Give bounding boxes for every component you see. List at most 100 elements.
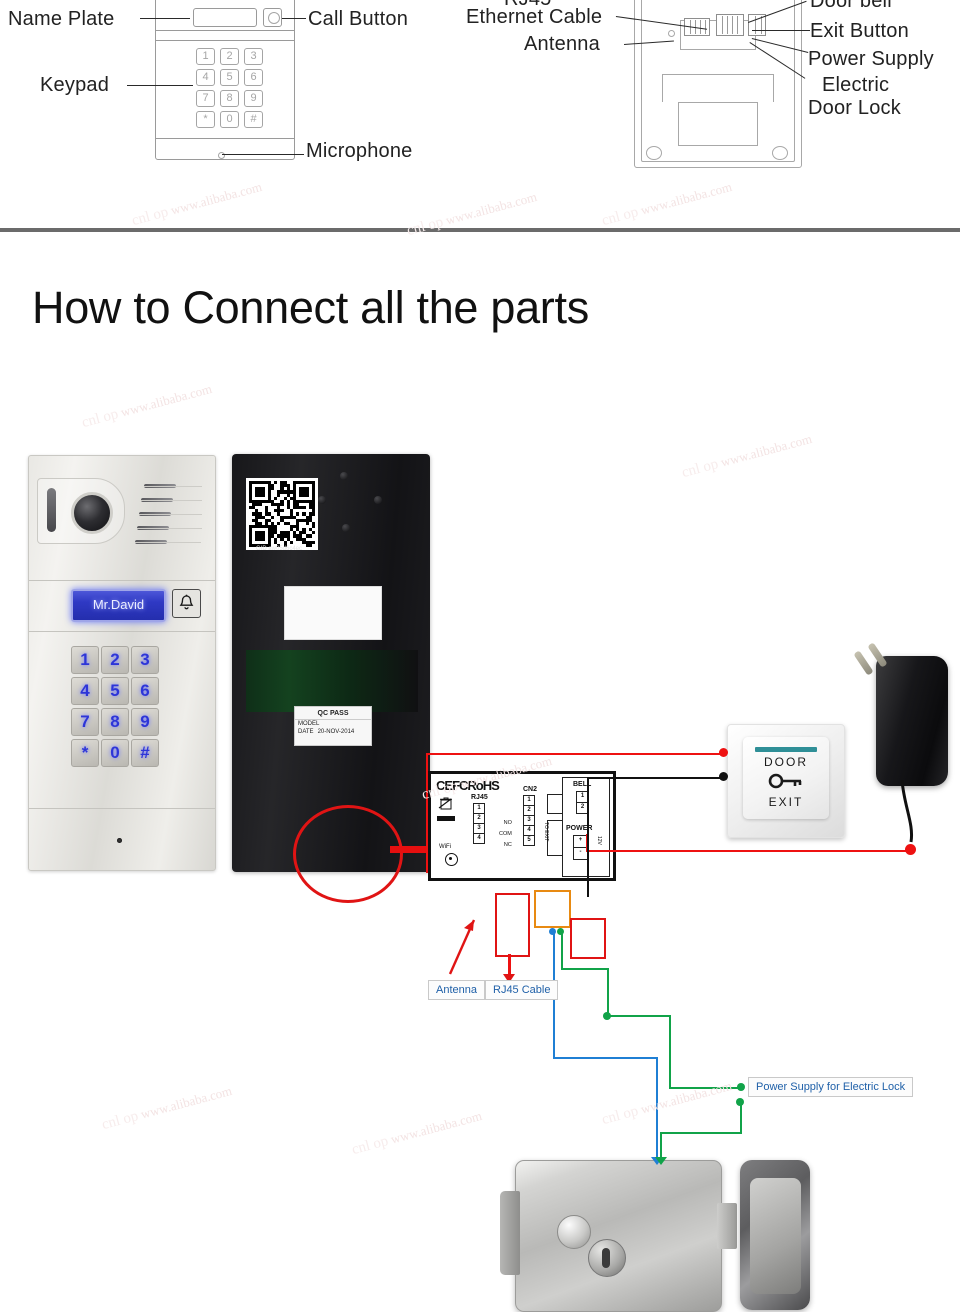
wire-node-adapter [905,844,916,855]
certification-marks: CEFCRoHS [436,778,500,793]
rj45-callout-shaft [508,954,511,976]
leader-exit-button [752,30,810,31]
cn2-label-no: NO [503,820,512,826]
wiring-diagram-panel: How to Connect all the parts Mr.David 1 … [0,232,960,1312]
wire-node-exit-black [719,772,728,781]
leader-keypad [127,85,193,86]
wifi-led [445,853,458,866]
back-box-foot-right [772,146,788,160]
wire-lock-blue-h [553,1057,658,1059]
label-keypad: Keypad [40,74,110,96]
wire-bell-black [587,777,725,779]
rj45-title: RJ45 [471,794,488,801]
callout-power-supply-lock: Power Supply for Electric Lock [748,1077,914,1097]
keypad-outline-key-9: 9 [244,90,263,107]
keypad-key-3[interactable]: 3 [131,646,159,674]
wire-lock-green-v1 [561,932,563,969]
keypad-key-9[interactable]: 9 [131,708,159,736]
wire-lock-green-h4 [660,1132,742,1134]
label-door-bell: Door bell [810,0,892,12]
keypad-outline-key-5: 5 [220,69,239,86]
keypad-key-4[interactable]: 4 [71,677,99,705]
wee-bar [437,816,455,821]
power-adapter [853,642,948,786]
wire-bell-black-riser [587,777,589,897]
lock-key-cylinder [588,1239,626,1277]
cn2-label-nc: NC [503,842,512,848]
rj45-pin-4: 4 [473,833,485,844]
wire-lock-green-v2 [607,968,609,1016]
wire-node-green-corner [603,1012,611,1020]
keypad-key-1[interactable]: 1 [71,646,99,674]
qc-date-value: 20-NOV-2014 [317,729,355,735]
wire-lock-green-h2 [607,1015,671,1017]
keypad-key-6[interactable]: 6 [131,677,159,705]
qc-pass-sticker: QC PASS MODEL DATE 20-NOV-2014 [294,706,372,746]
front-plate-divider-top [155,30,295,31]
qr-caption: GID aw05d6c4ec [255,546,303,552]
cn2-pin-column: 12345 [523,795,535,846]
cn2-title: CN2 [523,786,538,793]
panel-seam [29,808,215,809]
wire-lock-green-v5 [660,1132,662,1160]
callout-rj45-cable: RJ45 Cable [485,980,559,1000]
power-voltage-label: 12V [596,836,602,845]
wire-node-blue [549,928,556,935]
wire-lock-green-h1 [561,968,609,970]
leader-call-button [282,18,306,19]
label-microphone: Microphone [306,140,413,162]
keypad-key-5[interactable]: 5 [101,677,129,705]
cn2-side-labels: NO COM NC [499,818,512,851]
door-exit-wall-plate: DOOR EXIT [727,724,845,838]
lock-knob [557,1215,591,1249]
exit-button-icon-row [743,773,829,794]
screw-hole [318,496,326,504]
electric-door-lock [500,1160,737,1312]
qc-model-label: MODEL [298,721,320,727]
wire-power-red-horizontal [586,850,911,852]
name-plate: Mr.David [71,589,166,622]
keypad-key-8[interactable]: 8 [101,708,129,736]
back-box-mid-cutout [662,74,774,102]
wire-lock-blue-v2 [656,1057,658,1159]
keypad[interactable]: 1 2 3 4 5 6 7 8 9 * 0 # [71,646,171,770]
antenna-callout-arrow [448,919,476,975]
page-title: How to Connect all the parts [32,282,589,333]
cn2-label-com: COM [499,831,512,837]
label-ethernet-cable: Ethernet Cable [466,6,603,28]
rj45-pin-column: 1234 [473,803,485,844]
wifi-label: WiFi [439,844,451,850]
exit-vertical-label: TO EXIT [543,822,549,842]
keypad-key-7[interactable]: 7 [71,708,99,736]
keypad-key-star[interactable]: * [71,739,99,767]
keypad-key-hash[interactable]: # [131,739,159,767]
door-exit-button[interactable]: DOOR EXIT [743,737,829,819]
wire-lock-green-v3 [669,1015,671,1088]
screw-hole [342,524,350,532]
bell-power-group: BELL 12 POWER + - 12V [562,777,610,877]
front-plate-divider-mid [155,40,295,41]
exit-button-top-label: DOOR [764,755,808,769]
antenna-connector [668,30,675,37]
call-button[interactable] [172,589,201,618]
screw-hole [340,472,348,480]
back-box-lower-cutout [678,102,758,146]
keypad-key-0[interactable]: 0 [101,739,129,767]
lock-bolt [717,1203,737,1249]
keypad-outline-key-6: 6 [244,69,263,86]
lock-side-flap [500,1191,520,1275]
wire-arrow-green [655,1157,667,1165]
keypad-outline-key-1: 1 [196,48,215,65]
qc-pass-title: QC PASS [295,707,371,720]
speaker-slot-line [135,542,201,543]
speaker-slot-line [139,514,202,515]
highlight-box-rj45 [495,893,530,957]
wire-node-green-callout-top [736,1098,744,1106]
qc-date-label: DATE [298,729,314,735]
adapter-prong [853,650,874,676]
doorphone-front-unit: Mr.David 1 2 3 4 5 6 7 8 9 * 0 # [28,455,216,871]
exit-button-led-strip [755,747,817,752]
keypad-key-2[interactable]: 2 [101,646,129,674]
name-plate-window [193,8,257,27]
rohs-mark: RoHS [467,778,499,793]
